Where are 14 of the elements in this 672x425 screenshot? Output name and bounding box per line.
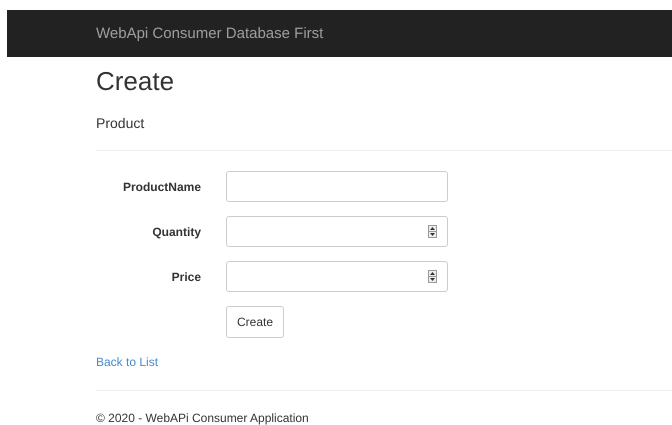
back-link[interactable]: Back to List [96, 355, 158, 369]
number-field[interactable] [226, 261, 448, 292]
brand-link[interactable]: WebApi Consumer Database First [96, 25, 324, 42]
spinner-icon[interactable] [428, 225, 437, 238]
footer-text: © 2020 - WebAPi Consumer Application [96, 411, 310, 425]
field-label: ProductName [122, 180, 202, 194]
spinner-icon[interactable] [428, 270, 437, 283]
section-title: Product [96, 114, 146, 132]
page-title: Create [96, 65, 176, 98]
input-field[interactable] [226, 171, 448, 202]
field-label: Quantity [151, 224, 202, 238]
create-button[interactable]: Create [226, 306, 284, 338]
number-field[interactable] [226, 216, 448, 247]
field-label: Price [170, 270, 202, 284]
